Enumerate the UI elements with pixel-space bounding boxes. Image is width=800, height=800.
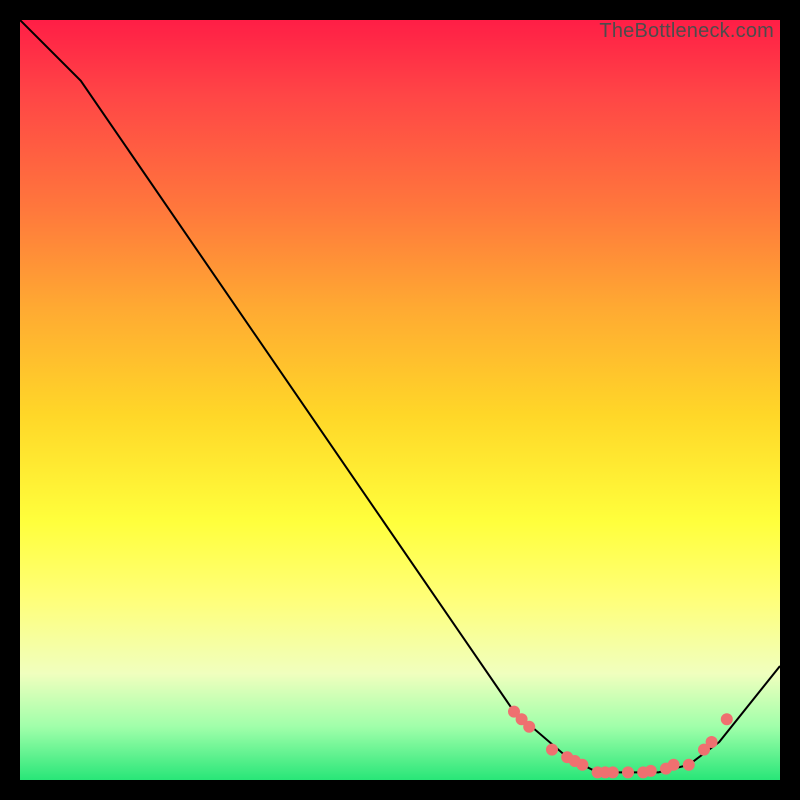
chart-svg: [20, 20, 780, 780]
marker-dot: [523, 721, 535, 733]
marker-dot: [683, 759, 695, 771]
marker-dot: [706, 736, 718, 748]
marker-dot: [607, 766, 619, 778]
marker-dot: [576, 759, 588, 771]
marker-points: [508, 706, 733, 779]
marker-dot: [622, 766, 634, 778]
plot-area: TheBottleneck.com: [20, 20, 780, 780]
marker-dot: [546, 744, 558, 756]
curve-path: [20, 20, 780, 772]
marker-dot: [645, 765, 657, 777]
chart-container: TheBottleneck.com: [0, 0, 800, 800]
marker-dot: [668, 759, 680, 771]
bottleneck-curve: [20, 20, 780, 772]
marker-dot: [721, 713, 733, 725]
